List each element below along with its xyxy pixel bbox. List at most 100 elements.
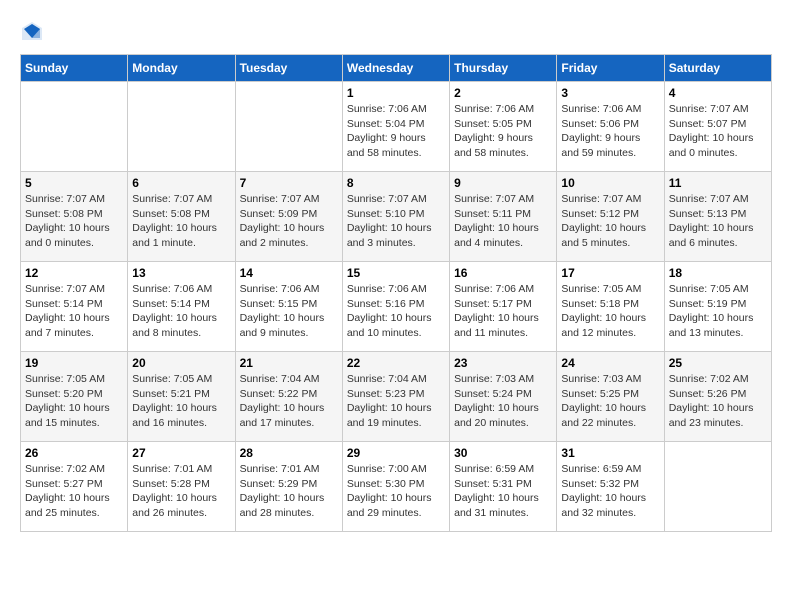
day-info: Sunrise: 7:07 AMSunset: 5:13 PMDaylight:…: [669, 192, 767, 251]
day-info: Sunrise: 7:05 AMSunset: 5:20 PMDaylight:…: [25, 372, 123, 431]
logo-icon: [20, 20, 44, 44]
calendar-day-cell: 15 Sunrise: 7:06 AMSunset: 5:16 PMDayligh…: [342, 262, 449, 352]
day-info: Sunrise: 6:59 AMSunset: 5:31 PMDaylight:…: [454, 462, 552, 521]
calendar-day-header: Friday: [557, 55, 664, 82]
calendar-day-cell: [235, 82, 342, 172]
calendar-day-cell: 25Sunrise: 7:02 AMSunset: 5:26 PMDayligh…: [664, 352, 771, 442]
day-info: Sunrise: 7:03 AMSunset: 5:24 PMDaylight:…: [454, 372, 552, 431]
day-number: 17: [561, 266, 659, 280]
day-number: 3: [561, 86, 659, 100]
day-number: 23: [454, 356, 552, 370]
day-number: 18: [669, 266, 767, 280]
day-info: Sunrise: 7:01 AMSunset: 5:28 PMDaylight:…: [132, 462, 230, 521]
calendar-day-cell: 19 Sunrise: 7:05 AMSunset: 5:20 PMDayligh…: [21, 352, 128, 442]
day-number: 21: [240, 356, 338, 370]
calendar-day-cell: 23 Sunrise: 7:03 AMSunset: 5:24 PMDayligh…: [450, 352, 557, 442]
day-info: Sunrise: 7:07 AMSunset: 5:14 PMDaylight:…: [25, 282, 123, 341]
calendar-day-cell: [664, 442, 771, 532]
day-number: 8: [347, 176, 445, 190]
calendar-day-cell: 6 Sunrise: 7:07 AMSunset: 5:08 PMDaylight…: [128, 172, 235, 262]
day-number: 12: [25, 266, 123, 280]
calendar-day-cell: 13Sunrise: 7:06 AMSunset: 5:14 PMDayligh…: [128, 262, 235, 352]
day-number: 26: [25, 446, 123, 460]
calendar-day-cell: 11Sunrise: 7:07 AMSunset: 5:13 PMDayligh…: [664, 172, 771, 262]
day-info: Sunrise: 7:07 AMSunset: 5:08 PMDaylight:…: [25, 192, 123, 251]
calendar-table: SundayMondayTuesdayWednesdayThursdayFrid…: [20, 54, 772, 532]
day-info: Sunrise: 7:07 AMSunset: 5:10 PMDaylight:…: [347, 192, 445, 251]
calendar-week-row: 26 Sunrise: 7:02 AMSunset: 5:27 PMDayligh…: [21, 442, 772, 532]
calendar-day-cell: 5 Sunrise: 7:07 AMSunset: 5:08 PMDaylight…: [21, 172, 128, 262]
calendar-day-cell: 26 Sunrise: 7:02 AMSunset: 5:27 PMDayligh…: [21, 442, 128, 532]
day-info: Sunrise: 7:04 AMSunset: 5:22 PMDaylight:…: [240, 372, 338, 431]
calendar-day-cell: 4Sunrise: 7:07 AMSunset: 5:07 PMDaylight…: [664, 82, 771, 172]
calendar-day-cell: 3 Sunrise: 7:06 AMSunset: 5:06 PMDaylight…: [557, 82, 664, 172]
day-info: Sunrise: 7:00 AMSunset: 5:30 PMDaylight:…: [347, 462, 445, 521]
day-number: 14: [240, 266, 338, 280]
calendar-day-cell: 29Sunrise: 7:00 AMSunset: 5:30 PMDayligh…: [342, 442, 449, 532]
day-number: 6: [132, 176, 230, 190]
day-info: Sunrise: 7:05 AMSunset: 5:18 PMDaylight:…: [561, 282, 659, 341]
calendar-day-cell: 9 Sunrise: 7:07 AMSunset: 5:11 PMDaylight…: [450, 172, 557, 262]
day-number: 19: [25, 356, 123, 370]
day-info: Sunrise: 7:05 AMSunset: 5:19 PMDaylight:…: [669, 282, 767, 341]
day-info: Sunrise: 7:07 AMSunset: 5:11 PMDaylight:…: [454, 192, 552, 251]
day-number: 31: [561, 446, 659, 460]
day-info: Sunrise: 7:07 AMSunset: 5:12 PMDaylight:…: [561, 192, 659, 251]
day-number: 16: [454, 266, 552, 280]
calendar-week-row: 5 Sunrise: 7:07 AMSunset: 5:08 PMDaylight…: [21, 172, 772, 262]
calendar-day-cell: 8 Sunrise: 7:07 AMSunset: 5:10 PMDaylight…: [342, 172, 449, 262]
day-number: 24: [561, 356, 659, 370]
calendar-day-cell: 28 Sunrise: 7:01 AMSunset: 5:29 PMDayligh…: [235, 442, 342, 532]
day-info: Sunrise: 7:04 AMSunset: 5:23 PMDaylight:…: [347, 372, 445, 431]
day-info: Sunrise: 7:06 AMSunset: 5:04 PMDaylight:…: [347, 102, 445, 161]
calendar-day-cell: 10 Sunrise: 7:07 AMSunset: 5:12 PMDayligh…: [557, 172, 664, 262]
calendar-day-header: Saturday: [664, 55, 771, 82]
day-info: Sunrise: 7:05 AMSunset: 5:21 PMDaylight:…: [132, 372, 230, 431]
day-number: 2: [454, 86, 552, 100]
calendar-header-row: SundayMondayTuesdayWednesdayThursdayFrid…: [21, 55, 772, 82]
calendar-day-cell: 24Sunrise: 7:03 AMSunset: 5:25 PMDayligh…: [557, 352, 664, 442]
day-number: 5: [25, 176, 123, 190]
calendar-day-cell: 12 Sunrise: 7:07 AMSunset: 5:14 PMDayligh…: [21, 262, 128, 352]
calendar-day-header: Sunday: [21, 55, 128, 82]
day-number: 10: [561, 176, 659, 190]
calendar-day-header: Thursday: [450, 55, 557, 82]
calendar-day-cell: 2 Sunrise: 7:06 AMSunset: 5:05 PMDaylight…: [450, 82, 557, 172]
day-number: 1: [347, 86, 445, 100]
calendar-day-cell: 7Sunrise: 7:07 AMSunset: 5:09 PMDaylight…: [235, 172, 342, 262]
day-info: Sunrise: 7:07 AMSunset: 5:08 PMDaylight:…: [132, 192, 230, 251]
calendar-day-cell: 17 Sunrise: 7:05 AMSunset: 5:18 PMDayligh…: [557, 262, 664, 352]
day-number: 15: [347, 266, 445, 280]
day-info: Sunrise: 6:59 AMSunset: 5:32 PMDaylight:…: [561, 462, 659, 521]
calendar-day-cell: 30 Sunrise: 6:59 AMSunset: 5:31 PMDayligh…: [450, 442, 557, 532]
calendar-day-cell: 21 Sunrise: 7:04 AMSunset: 5:22 PMDayligh…: [235, 352, 342, 442]
calendar-day-cell: 14 Sunrise: 7:06 AMSunset: 5:15 PMDayligh…: [235, 262, 342, 352]
logo: [20, 20, 46, 44]
calendar-day-cell: 31 Sunrise: 6:59 AMSunset: 5:32 PMDayligh…: [557, 442, 664, 532]
calendar-week-row: 1 Sunrise: 7:06 AMSunset: 5:04 PMDaylight…: [21, 82, 772, 172]
day-info: Sunrise: 7:06 AMSunset: 5:05 PMDaylight:…: [454, 102, 552, 161]
day-number: 20: [132, 356, 230, 370]
day-info: Sunrise: 7:06 AMSunset: 5:15 PMDaylight:…: [240, 282, 338, 341]
day-number: 30: [454, 446, 552, 460]
day-number: 28: [240, 446, 338, 460]
calendar-day-cell: 16Sunrise: 7:06 AMSunset: 5:17 PMDayligh…: [450, 262, 557, 352]
day-info: Sunrise: 7:02 AMSunset: 5:27 PMDaylight:…: [25, 462, 123, 521]
day-info: Sunrise: 7:01 AMSunset: 5:29 PMDaylight:…: [240, 462, 338, 521]
day-number: 9: [454, 176, 552, 190]
calendar-day-cell: 18 Sunrise: 7:05 AMSunset: 5:19 PMDayligh…: [664, 262, 771, 352]
day-info: Sunrise: 7:07 AMSunset: 5:07 PMDaylight:…: [669, 102, 767, 161]
calendar-week-row: 19 Sunrise: 7:05 AMSunset: 5:20 PMDayligh…: [21, 352, 772, 442]
day-info: Sunrise: 7:06 AMSunset: 5:16 PMDaylight:…: [347, 282, 445, 341]
day-number: 27: [132, 446, 230, 460]
calendar-day-header: Wednesday: [342, 55, 449, 82]
day-number: 13: [132, 266, 230, 280]
calendar-day-header: Tuesday: [235, 55, 342, 82]
calendar-day-cell: [21, 82, 128, 172]
calendar-week-row: 12 Sunrise: 7:07 AMSunset: 5:14 PMDayligh…: [21, 262, 772, 352]
day-info: Sunrise: 7:06 AMSunset: 5:06 PMDaylight:…: [561, 102, 659, 161]
calendar-day-cell: [128, 82, 235, 172]
day-number: 22: [347, 356, 445, 370]
calendar-day-cell: 20 Sunrise: 7:05 AMSunset: 5:21 PMDayligh…: [128, 352, 235, 442]
calendar-day-cell: 27 Sunrise: 7:01 AMSunset: 5:28 PMDayligh…: [128, 442, 235, 532]
